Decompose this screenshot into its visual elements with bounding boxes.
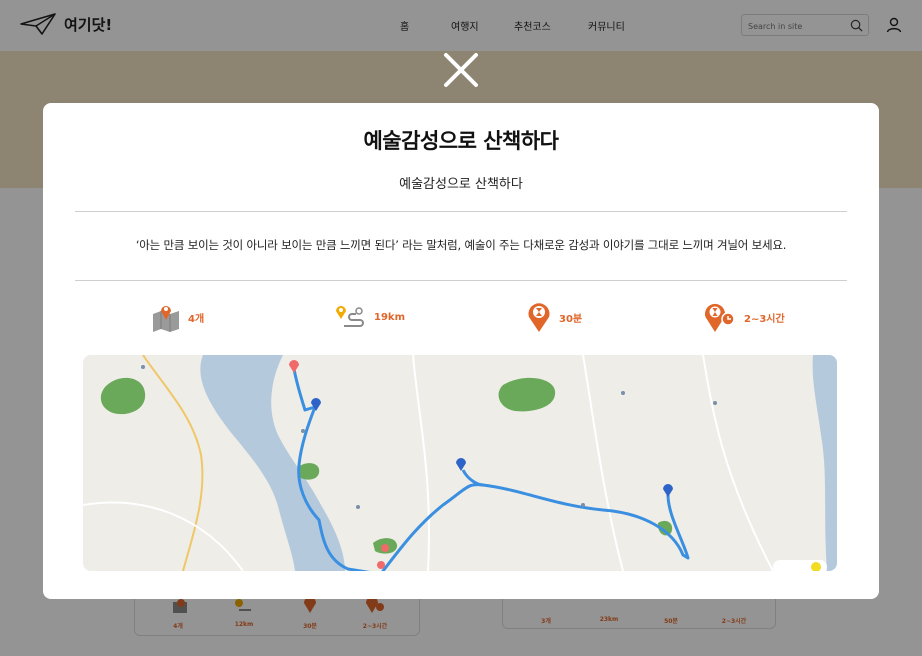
hourglass-pin-icon <box>705 303 735 332</box>
map-marker[interactable] <box>381 544 389 552</box>
stat-distance: 19km <box>334 301 405 333</box>
map-pin-icon <box>153 305 179 332</box>
stat-spots: 4개 <box>152 301 204 333</box>
stat-total-time: 2~3시간 <box>704 301 785 333</box>
close-icon[interactable] <box>442 51 480 89</box>
divider <box>75 211 847 212</box>
divider <box>75 280 847 281</box>
stat-label: 2~3시간 <box>744 313 785 325</box>
route-icon <box>336 306 364 327</box>
stat-duration: 30분 <box>527 301 582 333</box>
stat-label: 19km <box>374 311 405 323</box>
map-marker[interactable] <box>377 561 385 569</box>
stat-label: 4개 <box>188 313 205 325</box>
course-route-map[interactable] <box>83 355 837 571</box>
modal-subtitle: 예술감성으로 산책하다 <box>399 177 523 192</box>
modal-title: 예술감성으로 산책하다 <box>363 129 559 153</box>
modal-description: ‘아는 만큼 보이는 것이 아니라 보이는 만큼 느끼면 된다’ 라는 말처럼,… <box>135 238 787 252</box>
course-detail-modal: 예술감성으로 산책하다 예술감성으로 산책하다 ‘아는 만큼 보이는 것이 아니… <box>43 103 879 599</box>
stat-label: 30분 <box>559 313 583 325</box>
clock-pin-icon <box>528 303 550 332</box>
